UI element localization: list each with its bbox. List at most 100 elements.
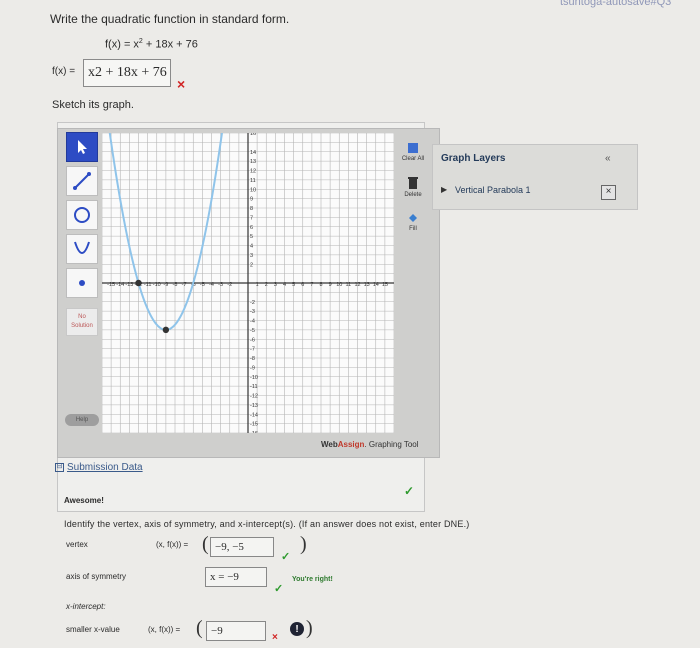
correct-message: You're right!	[292, 576, 333, 583]
y-tick-label: 2	[250, 262, 253, 268]
x-tick-label: 3	[274, 282, 277, 288]
y-tick-label: 16	[250, 133, 256, 137]
y-tick-label: -2	[250, 300, 255, 306]
submission-data-link[interactable]: ⊟ Submission Data	[55, 462, 143, 473]
x-tick-label: -2	[227, 282, 232, 288]
y-tick-label: -14	[250, 412, 258, 418]
x-tick-label: 1	[256, 282, 259, 288]
left-toolbar: No Solution Help	[62, 128, 102, 428]
fill-button[interactable]: Fill	[398, 212, 428, 232]
parabola-tool-button[interactable]	[66, 234, 98, 264]
webassign-brand: WebAssign. Graphing Tool	[321, 440, 419, 449]
y-tick-label: -13	[250, 403, 258, 409]
x-intercept-point	[135, 279, 142, 287]
graph-layers-panel: Graph Layers « ▶ Vertical Parabola 1 ×	[432, 144, 638, 210]
y-tick-label: 14	[250, 150, 256, 156]
brand-assign: Assign	[337, 440, 365, 449]
x-tick-label: 6	[301, 282, 304, 288]
y-tick-label: 11	[250, 178, 256, 184]
x-tick-label: 9	[329, 282, 332, 288]
layer-delete-icon[interactable]: ×	[601, 185, 616, 200]
clear-all-button[interactable]: Clear All	[398, 142, 428, 162]
line-tool-button[interactable]	[66, 166, 98, 196]
standard-form-input[interactable]: x2 + 18x + 76	[83, 59, 171, 87]
x-tick-label: 14	[373, 282, 379, 288]
no-solution-button[interactable]: No Solution	[66, 308, 98, 336]
y-tick-label: 13	[250, 159, 256, 165]
brand-web: Web	[321, 440, 338, 449]
given-function-rest: + 18x + 76	[142, 38, 198, 51]
circle-tool-button[interactable]	[66, 200, 98, 230]
x-tick-label: 4	[283, 282, 286, 288]
incorrect-mark: ×	[177, 76, 186, 92]
y-tick-label: -7	[250, 347, 255, 353]
arrow-pointer-icon	[78, 140, 87, 154]
x-tick-label: -15	[107, 282, 115, 288]
x-tick-label: 5	[292, 282, 295, 288]
delete-button[interactable]: Delete	[398, 176, 428, 198]
x-tick-label: 8	[319, 282, 322, 288]
x-tick-label: 10	[336, 282, 342, 288]
trash-icon	[408, 177, 418, 189]
help-button[interactable]: Help	[65, 414, 99, 426]
question-prompt: Write the quadratic function in standard…	[50, 12, 290, 26]
graph-correct-check: ✓	[404, 484, 415, 498]
smaller-x-value-label: smaller x-value	[66, 625, 120, 634]
x-tick-label: -4	[209, 282, 214, 288]
x-intercept-input[interactable]: −9	[206, 621, 266, 641]
x-tick-label: -8	[173, 282, 178, 288]
graph-canvas[interactable]: -15-14-13-12-11-10-9-8-7-6-5-4-3-2123456…	[102, 133, 394, 433]
x-tick-label: -14	[116, 282, 124, 288]
collapse-chevron-icon[interactable]: «	[605, 153, 611, 164]
parabola-icon	[74, 241, 90, 254]
vertex-close-paren: )	[300, 533, 307, 555]
line-segment-icon	[73, 172, 91, 190]
x-tick-label: -10	[153, 282, 161, 288]
fill-icon	[409, 214, 417, 222]
delete-label: Delete	[404, 192, 422, 198]
expand-triangle-icon[interactable]: ▶	[441, 185, 447, 194]
layer-item[interactable]: Vertical Parabola 1	[455, 185, 531, 195]
x-tick-label: 12	[354, 282, 360, 288]
answer-label: f(x) =	[52, 66, 76, 77]
x-intercept-close-paren: )	[306, 617, 313, 639]
warning-icon[interactable]: !	[290, 622, 304, 636]
axis-correct-check: ✓	[274, 583, 284, 595]
given-function-lhs: f(x) = x	[105, 38, 139, 51]
submission-toggle-icon: ⊟	[55, 463, 64, 472]
right-toolbar: Clear All Delete Fill	[396, 140, 428, 440]
pointer-tool-button[interactable]	[66, 132, 98, 162]
vertex-input[interactable]: −9, −5	[210, 537, 274, 557]
y-tick-label: 5	[250, 234, 253, 240]
vertex-coord-label: (x, f(x)) =	[156, 540, 189, 549]
y-tick-label: -12	[250, 394, 258, 400]
vertex-point	[162, 326, 170, 334]
y-tick-label: 4	[250, 244, 253, 250]
clear-icon	[408, 143, 418, 153]
identify-prompt: Identify the vertex, axis of symmetry, a…	[64, 519, 470, 529]
point-tool-button[interactable]	[66, 268, 98, 298]
y-tick-label: -5	[250, 328, 255, 334]
y-tick-label: -11	[250, 384, 258, 390]
y-tick-label: 12	[250, 169, 256, 175]
x-tick-label: 7	[310, 282, 313, 288]
y-tick-label: 7	[250, 215, 253, 221]
vertex-open-paren: (	[202, 533, 209, 555]
y-tick-label: 8	[250, 206, 253, 212]
y-tick-label: -6	[250, 337, 255, 343]
x-intercept-label: x-intercept:	[66, 602, 106, 611]
browser-url-fragment: tsuntoga-autosave#Q3	[560, 0, 672, 8]
x-intercept-incorrect-mark: ×	[272, 632, 278, 643]
y-tick-label: 3	[250, 253, 253, 259]
clear-all-label: Clear All	[401, 156, 425, 162]
point-icon	[79, 280, 85, 286]
axis-of-symmetry-input[interactable]: x = −9	[205, 567, 267, 587]
y-tick-label: 9	[250, 197, 253, 203]
vertex-correct-check: ✓	[281, 551, 291, 563]
axis-of-symmetry-label: axis of symmetry	[66, 572, 127, 581]
x-tick-label: 15	[382, 282, 388, 288]
x-intercept-coord-label: (x, f(x)) =	[148, 625, 181, 634]
y-tick-label: -8	[250, 356, 255, 362]
feedback-awesome: Awesome!	[64, 496, 104, 505]
x-intercept-open-paren: (	[196, 617, 203, 639]
